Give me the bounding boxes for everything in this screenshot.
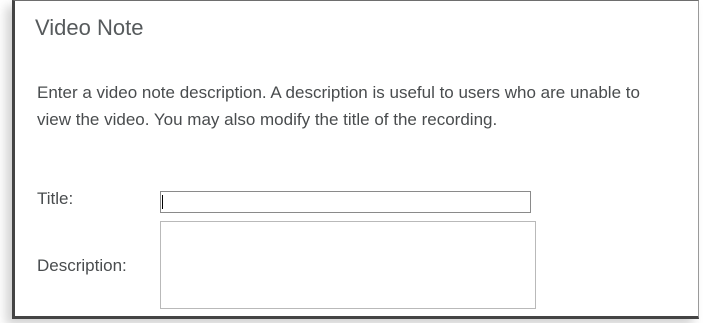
text-caret [162, 195, 163, 209]
dialog-title: Video Note [35, 15, 144, 40]
title-label: Title: [37, 189, 74, 208]
video-note-dialog: Video Note Enter a video note descriptio… [12, 0, 699, 319]
dialog-instructions: Enter a video note description. A descri… [37, 83, 640, 129]
description-label: Description: [37, 256, 127, 275]
title-input[interactable] [160, 191, 531, 213]
description-textarea[interactable] [160, 221, 536, 309]
